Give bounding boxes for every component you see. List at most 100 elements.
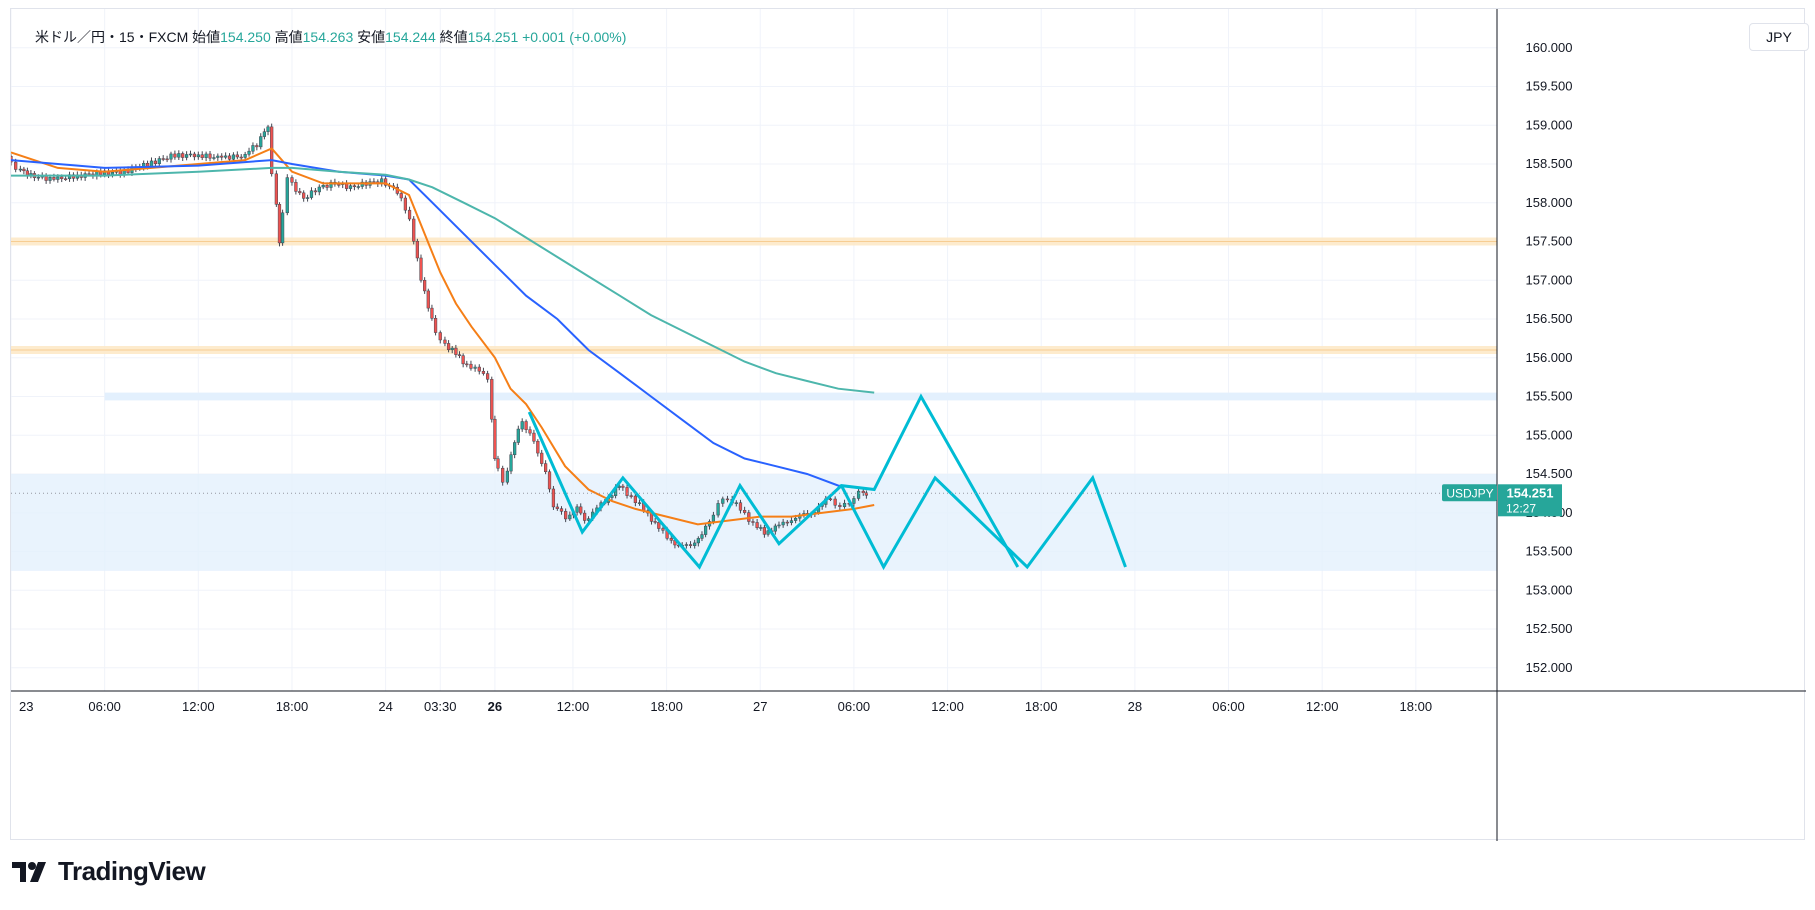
price-tick-label: 157.000 <box>1526 272 1573 287</box>
candle <box>317 186 321 193</box>
candle <box>433 318 438 333</box>
candle <box>564 511 568 520</box>
candle <box>457 354 462 356</box>
candle <box>547 471 552 490</box>
candle <box>446 343 451 350</box>
tradingview-logo[interactable]: TradingView <box>12 856 206 887</box>
candle <box>415 240 419 259</box>
candle <box>781 521 785 526</box>
price-tick-label: 157.500 <box>1526 234 1573 249</box>
candle <box>688 544 693 546</box>
candle <box>52 177 56 180</box>
candle <box>348 185 353 189</box>
chart-frame[interactable]: 160.000 159.500 159.000 158.500 158.000 157.5… <box>10 8 1809 841</box>
candle <box>181 153 185 158</box>
candle <box>255 145 259 148</box>
candle <box>454 347 458 355</box>
candle <box>621 485 625 488</box>
price-tick-label: 154.500 <box>1526 466 1573 481</box>
candle <box>423 279 427 292</box>
candle <box>828 498 833 501</box>
candle <box>568 514 572 520</box>
candle <box>298 191 302 194</box>
time-tick-label: 06:00 <box>1212 699 1245 714</box>
candle <box>785 521 789 524</box>
legend-change: +0.001 (+0.00%) <box>522 29 627 45</box>
candle <box>696 538 700 544</box>
candle <box>669 538 673 541</box>
candle <box>169 153 173 160</box>
candle <box>309 190 314 198</box>
candle <box>738 502 743 511</box>
candle <box>583 512 587 521</box>
candle <box>200 154 204 158</box>
candle <box>477 366 481 372</box>
candle <box>469 363 473 369</box>
legend-low: 154.244 <box>385 29 436 45</box>
candle <box>751 521 755 523</box>
candle <box>285 177 289 214</box>
candle <box>239 156 243 159</box>
candle <box>243 154 247 158</box>
candle <box>496 458 500 469</box>
candle <box>579 506 583 514</box>
tradingview-logo-icon <box>12 861 46 882</box>
candle <box>407 209 412 220</box>
candle <box>266 126 270 132</box>
candle <box>721 498 725 504</box>
price-tick-label: 152.500 <box>1526 621 1573 636</box>
candle <box>192 153 197 158</box>
candle-countdown: 12:27 <box>1506 501 1536 515</box>
time-tick-label: 28 <box>1128 699 1142 714</box>
candle <box>773 525 777 532</box>
candle <box>403 197 408 211</box>
candle <box>481 370 486 374</box>
candle <box>110 172 115 175</box>
candle <box>56 176 60 180</box>
time-tick-label: 03:30 <box>424 699 457 714</box>
price-tick-label: 156.500 <box>1526 311 1573 326</box>
candle <box>755 522 759 528</box>
time-tick-label: 06:00 <box>88 699 121 714</box>
candle <box>208 153 212 159</box>
price-chart[interactable]: 160.000 159.500 159.000 158.500 158.000 157.5… <box>11 9 1806 841</box>
candle <box>290 177 294 183</box>
price-tick-label: 159.000 <box>1526 117 1573 132</box>
last-price-value: 154.251 <box>1507 485 1554 500</box>
candle <box>188 153 193 156</box>
candle <box>165 158 169 161</box>
candle <box>516 428 520 443</box>
candle <box>842 502 847 507</box>
legend-high-label: 高値 <box>274 29 303 45</box>
time-tick-label: 26 <box>488 699 502 714</box>
candle <box>501 467 505 483</box>
time-tick-label: 23 <box>19 699 33 714</box>
candle <box>251 145 255 152</box>
candle <box>461 355 465 365</box>
time-tick-label: 12:00 <box>182 699 215 714</box>
candle <box>157 158 161 164</box>
candle <box>14 161 18 170</box>
candle <box>528 429 532 434</box>
time-tick-label: 06:00 <box>838 699 871 714</box>
candle <box>629 495 633 497</box>
candle <box>789 520 794 523</box>
candle <box>321 185 325 188</box>
candle <box>399 193 403 199</box>
candle <box>450 347 454 350</box>
candle <box>509 454 513 472</box>
candle <box>794 517 798 521</box>
candle <box>693 542 697 546</box>
candle <box>485 373 490 380</box>
candle <box>520 421 524 430</box>
legend-open-label: 始値 <box>192 29 221 45</box>
candle <box>277 204 282 244</box>
moving-average-line <box>11 147 875 526</box>
candle <box>173 153 177 158</box>
candle <box>493 418 497 460</box>
candle <box>430 307 434 319</box>
price-tick-label: 155.000 <box>1526 427 1573 442</box>
candle <box>274 173 278 205</box>
currency-button[interactable]: JPY <box>1749 23 1809 51</box>
price-tick-label: 152.000 <box>1526 660 1573 675</box>
